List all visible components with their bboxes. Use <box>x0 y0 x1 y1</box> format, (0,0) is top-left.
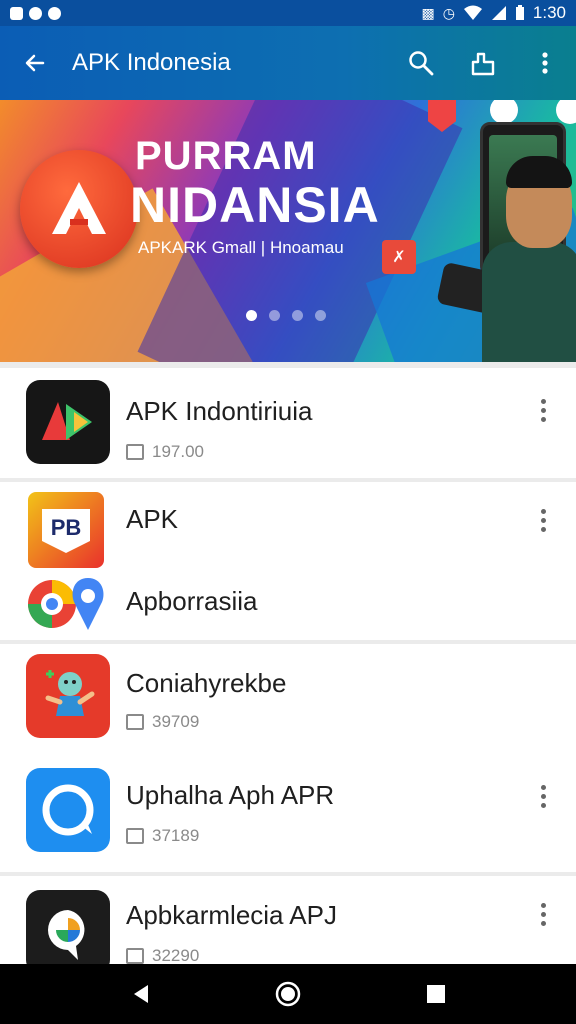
chat-bubble-icon <box>42 784 94 836</box>
triangle-back-icon <box>134 985 148 1003</box>
battery-icon <box>515 5 524 20</box>
status-time: 1:30 <box>532 3 566 22</box>
app-title: Apborrasiia <box>126 586 258 616</box>
app-count: 39709 <box>152 712 200 731</box>
nav-home-button[interactable] <box>243 964 333 1024</box>
page-dot <box>246 310 257 321</box>
square-recents-icon <box>427 985 445 1003</box>
search-icon <box>409 51 434 76</box>
app-title: APK Indontiriuia <box>126 396 313 426</box>
wifi-icon <box>463 5 482 20</box>
maps-pin-icon <box>28 578 104 630</box>
banner-app-logo <box>20 150 138 268</box>
app-toolbar: APK Indonesia <box>0 26 576 100</box>
vibrate-icon: ▩ <box>421 5 435 21</box>
banner-person-image <box>476 138 576 362</box>
banner-page-indicator <box>246 310 326 321</box>
share-button[interactable] <box>452 26 514 100</box>
app-meta: 197.00 <box>126 442 204 462</box>
list-item[interactable]: Apborrasiia <box>0 564 576 640</box>
list-item[interactable]: APK Indontiriuia 197.00 <box>0 368 576 478</box>
status-bar: ▩ ◷ 1:30 <box>0 0 576 26</box>
app-title: Apbkarmlecia APJ <box>126 900 337 930</box>
notification-icons <box>10 6 61 20</box>
download-count-icon <box>126 714 144 730</box>
notification-icon <box>10 6 23 20</box>
list-item[interactable]: Coniahyrekbe 39709 <box>0 644 576 756</box>
banner-title-line2: NIDANSIA <box>130 177 380 233</box>
item-more-button[interactable] <box>528 894 558 934</box>
more-vert-icon <box>542 52 548 74</box>
app-count: 32290 <box>152 946 200 965</box>
app-meta: 32290 <box>126 946 199 966</box>
app-list: APK Indontiriuia 197.00 PB APK Apborrasi… <box>0 362 576 974</box>
page-dot <box>269 310 280 321</box>
page-dot <box>292 310 303 321</box>
banner-subtitle: APKARK Gmall | Hnoamau <box>138 238 344 257</box>
chat-pin-icon <box>48 910 85 960</box>
banner-title-line1: PURRAM <box>135 134 317 178</box>
home-circle-icon <box>275 981 301 1007</box>
character-icon <box>45 670 95 716</box>
share-icon <box>471 52 495 76</box>
item-more-button[interactable] <box>528 390 558 430</box>
app-icon <box>26 890 110 974</box>
item-more-button[interactable] <box>528 776 558 816</box>
list-card: APK Indontiriuia 197.00 <box>0 368 576 478</box>
back-button[interactable] <box>0 26 70 100</box>
notification-icon <box>29 6 42 20</box>
item-more-button[interactable] <box>528 500 558 540</box>
toolbar-title: APK Indonesia <box>72 49 231 76</box>
signal-icon <box>491 6 506 20</box>
list-item[interactable]: Uphalha Aph APR 37189 <box>0 758 576 872</box>
arrow-back-icon <box>25 54 45 72</box>
app-title: Coniahyrekbe <box>126 668 287 698</box>
download-count-icon <box>126 828 144 844</box>
apk-a-icon <box>42 402 92 440</box>
page-dot <box>315 310 326 321</box>
app-title: Uphalha Aph APR <box>126 780 335 810</box>
download-count-icon <box>126 948 144 964</box>
download-count-icon <box>126 444 144 460</box>
list-card: Apbkarmlecia APJ 32290 <box>0 876 576 974</box>
app-icon <box>26 654 110 738</box>
alarm-icon: ◷ <box>442 5 455 21</box>
svg-text:PB: PB <box>51 515 82 540</box>
system-navigation-bar <box>0 964 576 1024</box>
search-button[interactable] <box>390 26 452 100</box>
app-count: 197.00 <box>152 442 204 461</box>
app-icon <box>26 570 110 636</box>
promo-banner[interactable]: PURRAM NIDANSIA APKARK Gmall | Hnoamau ✗ <box>0 100 576 362</box>
a-logo-icon <box>52 182 106 234</box>
notification-icon <box>48 6 61 20</box>
overflow-menu-button[interactable] <box>514 26 576 100</box>
app-icon: PB <box>28 492 104 568</box>
pb-logo-icon: PB <box>42 509 90 553</box>
app-meta: 39709 <box>126 712 199 732</box>
app-icon <box>26 768 110 852</box>
list-item[interactable]: Apbkarmlecia APJ 32290 <box>0 876 576 974</box>
banner-badge-icon: ✗ <box>382 240 416 274</box>
app-title: APK <box>126 504 179 534</box>
list-item[interactable]: PB APK <box>0 482 576 568</box>
nav-recents-button[interactable] <box>391 964 481 1024</box>
list-card: PB APK Apborrasiia <box>0 482 576 640</box>
app-icon <box>26 380 110 464</box>
app-count: 37189 <box>152 826 200 845</box>
nav-back-button[interactable] <box>96 964 186 1024</box>
list-card: Coniahyrekbe 39709 Uphalha Aph APR 37189 <box>0 644 576 872</box>
app-meta: 37189 <box>126 826 199 846</box>
